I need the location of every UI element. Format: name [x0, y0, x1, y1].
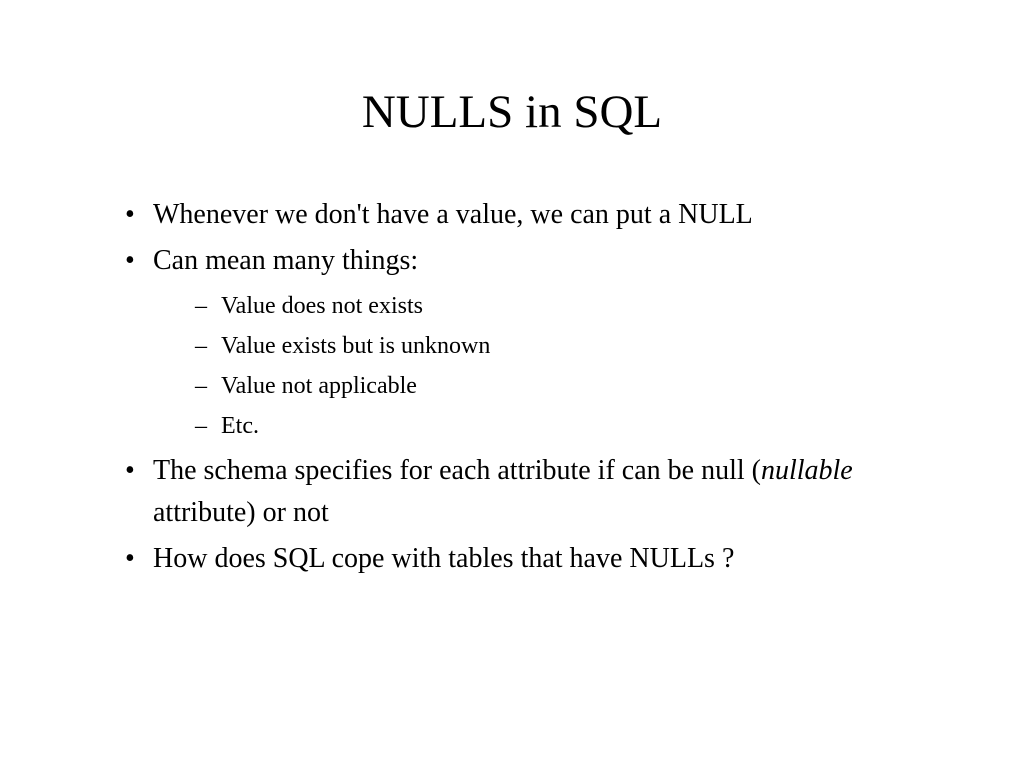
bullet-list: Whenever we don't have a value, we can p… — [90, 194, 934, 580]
sub-bullet-item: Value exists but is unknown — [195, 328, 934, 364]
sub-bullet-list: Value does not exists Value exists but i… — [153, 288, 934, 444]
bullet-text: Can mean many things: — [153, 245, 418, 276]
bullet-text-post: attribute) or not — [153, 497, 329, 528]
bullet-item: Whenever we don't have a value, we can p… — [125, 194, 934, 236]
bullet-item: The schema specifies for each attribute … — [125, 450, 934, 534]
sub-bullet-item: Etc. — [195, 408, 934, 444]
bullet-item: How does SQL cope with tables that have … — [125, 538, 934, 580]
bullet-item: Can mean many things: Value does not exi… — [125, 240, 934, 444]
sub-bullet-item: Value does not exists — [195, 288, 934, 324]
bullet-text-pre: The schema specifies for each attribute … — [153, 455, 761, 486]
slide: NULLS in SQL Whenever we don't have a va… — [0, 0, 1024, 768]
slide-title: NULLS in SQL — [90, 85, 934, 139]
sub-bullet-item: Value not applicable — [195, 368, 934, 404]
bullet-text-italic: nullable — [761, 455, 853, 486]
